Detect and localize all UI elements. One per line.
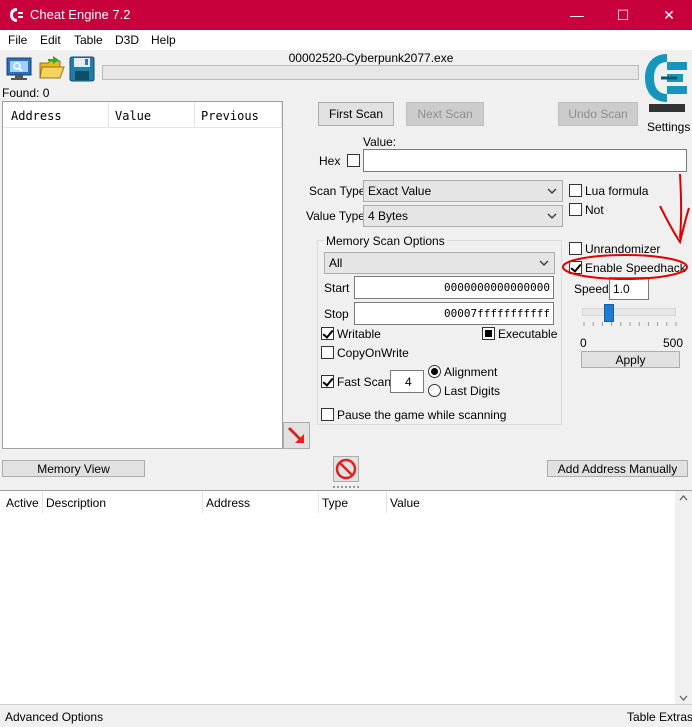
address-list[interactable]: Active Description Address Type Value bbox=[0, 490, 692, 705]
minimize-button[interactable]: — bbox=[554, 0, 600, 30]
vertical-scrollbar[interactable] bbox=[675, 491, 692, 705]
chevron-down-icon bbox=[539, 260, 549, 266]
stop-icon[interactable] bbox=[333, 456, 359, 482]
scan-type-label: Scan Type bbox=[309, 184, 366, 198]
results-header: Address Value Previous bbox=[3, 102, 282, 128]
col-active[interactable]: Active bbox=[6, 496, 39, 510]
scan-type-select[interactable]: Exact Value bbox=[363, 180, 563, 202]
add-address-manually-button[interactable]: Add Address Manually bbox=[547, 460, 688, 477]
alignment-label: Alignment bbox=[444, 365, 498, 379]
next-scan-button[interactable]: Next Scan bbox=[406, 102, 484, 126]
copy-to-list-arrow-icon[interactable] bbox=[283, 422, 310, 449]
copyonwrite-label: CopyOnWrite bbox=[337, 346, 409, 360]
executable-label: Executable bbox=[498, 327, 558, 341]
red-annotation bbox=[562, 173, 690, 280]
cheat-engine-icon bbox=[10, 8, 23, 22]
executable-checkbox[interactable] bbox=[482, 327, 495, 340]
close-button[interactable]: ✕ bbox=[646, 0, 692, 30]
menu-table[interactable]: Table bbox=[74, 33, 103, 47]
alignment-radio[interactable] bbox=[428, 365, 441, 378]
hex-label: Hex bbox=[319, 154, 341, 168]
pause-game-checkbox[interactable] bbox=[321, 408, 334, 421]
address-list-header: Active Description Address Type Value bbox=[0, 491, 680, 513]
hex-checkbox[interactable] bbox=[347, 154, 360, 167]
speed-label: Speed bbox=[574, 282, 609, 296]
settings-link[interactable]: Settings bbox=[647, 120, 690, 134]
apply-speed-button[interactable]: Apply bbox=[581, 351, 680, 368]
speed-slider-thumb[interactable] bbox=[604, 304, 615, 322]
memory-scan-options-title: Memory Scan Options bbox=[324, 234, 447, 248]
value-type-select[interactable]: 4 Bytes bbox=[363, 205, 563, 227]
menu-bar: File Edit Table D3D Help bbox=[0, 30, 692, 50]
status-bar: Advanced Options Table Extras bbox=[0, 704, 692, 727]
window-title: Cheat Engine 7.2 bbox=[30, 7, 131, 22]
menu-edit[interactable]: Edit bbox=[40, 33, 61, 47]
last-digits-label: Last Digits bbox=[444, 384, 501, 398]
stop-address-input[interactable]: 00007fffffffffff bbox=[354, 302, 554, 325]
first-scan-button[interactable]: First Scan bbox=[318, 102, 394, 126]
process-label: 00002520-Cyberpunk2077.exe bbox=[288, 51, 454, 65]
undo-scan-button[interactable]: Undo Scan bbox=[558, 102, 638, 126]
speed-slider-ticks bbox=[583, 322, 677, 326]
scroll-up-icon[interactable] bbox=[679, 495, 688, 501]
value-input[interactable] bbox=[363, 149, 687, 172]
fast-scan-checkbox[interactable] bbox=[321, 375, 334, 388]
speed-max-label: 500 bbox=[663, 336, 684, 350]
found-count: Found: 0 bbox=[2, 86, 50, 100]
start-label: Start bbox=[324, 281, 350, 295]
fast-scan-label: Fast Scan bbox=[337, 375, 392, 389]
col-value[interactable]: Value bbox=[115, 109, 151, 123]
col-value[interactable]: Value bbox=[390, 496, 420, 510]
writable-checkbox[interactable] bbox=[321, 327, 334, 340]
title-bar: Cheat Engine 7.2 — ☐ ✕ bbox=[0, 0, 692, 30]
col-address[interactable]: Address bbox=[11, 109, 62, 123]
col-description[interactable]: Description bbox=[46, 496, 106, 510]
splitter-handle[interactable] bbox=[333, 486, 359, 488]
results-list[interactable]: Address Value Previous bbox=[2, 101, 283, 449]
col-previous[interactable]: Previous bbox=[201, 109, 259, 123]
last-digits-radio[interactable] bbox=[428, 384, 441, 397]
open-folder-icon[interactable] bbox=[38, 54, 66, 82]
maximize-button[interactable]: ☐ bbox=[600, 0, 646, 30]
writable-label: Writable bbox=[337, 327, 381, 341]
col-type[interactable]: Type bbox=[322, 496, 348, 510]
col-address[interactable]: Address bbox=[206, 496, 250, 510]
pause-game-label: Pause the game while scanning bbox=[337, 408, 507, 422]
memory-view-button[interactable]: Memory View bbox=[2, 460, 145, 477]
stop-label: Stop bbox=[324, 307, 349, 321]
save-icon[interactable] bbox=[68, 55, 96, 83]
open-process-icon[interactable] bbox=[5, 55, 33, 83]
start-address-input[interactable]: 0000000000000000 bbox=[354, 276, 554, 299]
value-type-label: Value Type bbox=[306, 209, 365, 223]
copyonwrite-checkbox[interactable] bbox=[321, 346, 334, 359]
speed-min-label: 0 bbox=[580, 336, 587, 350]
menu-help[interactable]: Help bbox=[151, 33, 176, 47]
value-label: Value: bbox=[363, 135, 397, 149]
scroll-down-icon[interactable] bbox=[679, 695, 688, 701]
menu-file[interactable]: File bbox=[8, 33, 27, 47]
cheat-engine-logo-icon[interactable] bbox=[643, 52, 691, 118]
memory-region-select[interactable]: All bbox=[324, 252, 555, 274]
menu-d3d[interactable]: D3D bbox=[115, 33, 139, 47]
fast-scan-alignment-input[interactable]: 4 bbox=[390, 370, 424, 393]
scan-progress-bar bbox=[102, 65, 639, 80]
speed-slider-track[interactable] bbox=[582, 308, 676, 316]
table-extras-link[interactable]: Table Extras bbox=[627, 710, 692, 724]
advanced-options-link[interactable]: Advanced Options bbox=[5, 710, 103, 724]
